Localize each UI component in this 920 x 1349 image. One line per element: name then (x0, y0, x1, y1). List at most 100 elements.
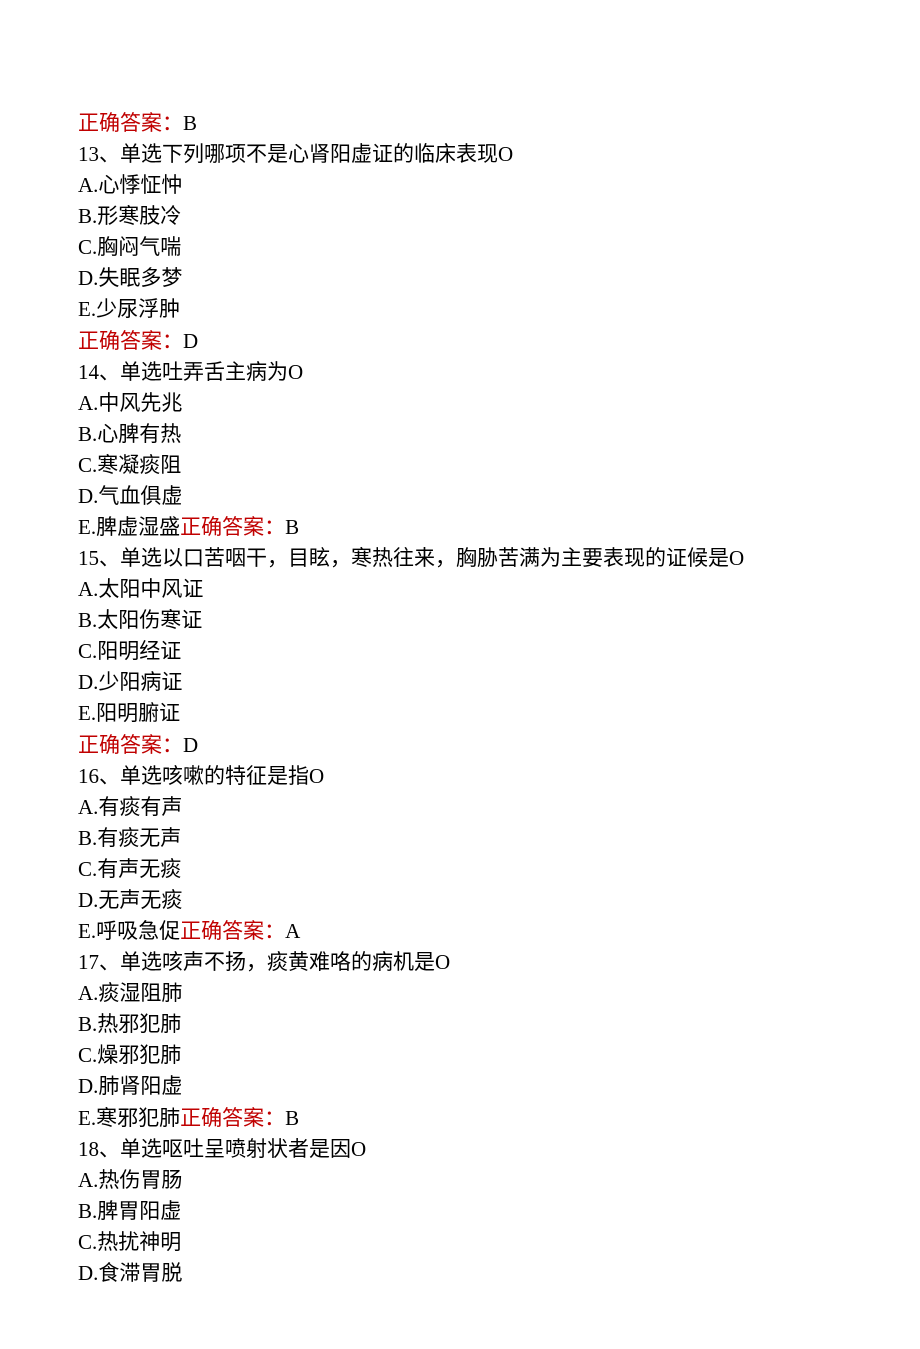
option-text: .有声无痰 (92, 857, 181, 881)
option-letter: D (78, 266, 93, 290)
option-text: .有痰无声 (92, 826, 181, 850)
answer-label: 正确答案： (78, 111, 183, 135)
option-line: B.脾胃阳虚 (78, 1196, 842, 1227)
option-line: C.胸闷气喘 (78, 232, 842, 263)
option-line: E.阳明腑证 (78, 698, 842, 729)
answer-line: 正确答案：B (78, 108, 842, 139)
option-letter: C (78, 1230, 92, 1254)
option-letter: A (78, 981, 93, 1005)
option-line: C.燥邪犯肺 (78, 1040, 842, 1071)
option-text: .肺肾阳虚 (93, 1074, 182, 1098)
option-text: .食滞胃脱 (93, 1261, 182, 1285)
option-letter: B (78, 1012, 92, 1036)
option-line: E.寒邪犯肺正确答案：B (78, 1103, 842, 1134)
option-text: .太阳伤寒证 (92, 608, 202, 632)
option-text: .阳明经证 (92, 639, 181, 663)
option-letter: C (78, 1043, 92, 1067)
question-number: 18 (78, 1137, 99, 1161)
option-line: D.少阳病证 (78, 667, 842, 698)
option-letter: E (78, 919, 91, 943)
option-text: .无声无痰 (93, 888, 182, 912)
answer-line: 正确答案：D (78, 326, 842, 357)
option-text: .脾虚湿盛 (91, 515, 180, 539)
option-text: .阳明腑证 (91, 701, 180, 725)
option-letter: D (78, 1074, 93, 1098)
option-letter: C (78, 857, 92, 881)
option-letter: A (78, 173, 93, 197)
option-text: .热扰神明 (92, 1230, 181, 1254)
option-letter: C (78, 639, 92, 663)
option-letter: D (78, 670, 93, 694)
question-stem: 15、单选以口苦咽干，目眩，寒热往来，胸胁苦满为主要表现的证候是O (78, 543, 842, 574)
option-letter: B (78, 1199, 92, 1223)
option-line: A.心悸怔忡 (78, 170, 842, 201)
option-line: C.阳明经证 (78, 636, 842, 667)
answer-label: 正确答案： (180, 919, 285, 943)
question-text: 、单选以口苦咽干，目眩，寒热往来，胸胁苦满为主要表现的证候是O (99, 546, 744, 570)
option-line: B.心脾有热 (78, 419, 842, 450)
option-line: D.气血俱虚 (78, 481, 842, 512)
option-line: A.痰湿阻肺 (78, 978, 842, 1009)
option-letter: E (78, 515, 91, 539)
option-line: D.食滞胃脱 (78, 1258, 842, 1289)
question-number: 16 (78, 764, 99, 788)
answer-line: 正确答案：D (78, 730, 842, 761)
option-text: .热邪犯肺 (92, 1012, 181, 1036)
option-text: .心悸怔忡 (93, 173, 182, 197)
option-line: A.中风先兆 (78, 388, 842, 419)
option-text: .胸闷气喘 (92, 235, 181, 259)
option-letter: E (78, 701, 91, 725)
question-text: 、单选呕吐呈喷射状者是因O (99, 1137, 366, 1161)
option-letter: C (78, 453, 92, 477)
option-line: D.无声无痰 (78, 885, 842, 916)
question-number: 13 (78, 142, 99, 166)
option-text: .燥邪犯肺 (92, 1043, 181, 1067)
option-line: C.热扰神明 (78, 1227, 842, 1258)
option-letter: D (78, 1261, 93, 1285)
option-text: .心脾有热 (92, 422, 181, 446)
option-letter: B (78, 608, 92, 632)
option-text: .太阳中风证 (93, 577, 203, 601)
answer-label: 正确答案： (78, 329, 183, 353)
option-line: A.有痰有声 (78, 792, 842, 823)
question-text: 、单选吐弄舌主病为O (99, 360, 303, 384)
option-line: C.有声无痰 (78, 854, 842, 885)
option-letter: D (78, 484, 93, 508)
answer-label: 正确答案： (180, 1106, 285, 1130)
option-letter: A (78, 577, 93, 601)
option-line: E.呼吸急促正确答案：A (78, 916, 842, 947)
answer-value: B (285, 1106, 299, 1130)
option-line: B.太阳伤寒证 (78, 605, 842, 636)
question-stem: 17、单选咳声不扬，痰黄难咯的病机是O (78, 947, 842, 978)
option-text: .呼吸急促 (91, 919, 180, 943)
option-text: .少阳病证 (93, 670, 182, 694)
question-number: 14 (78, 360, 99, 384)
option-line: B.有痰无声 (78, 823, 842, 854)
option-letter: B (78, 826, 92, 850)
option-line: B.热邪犯肺 (78, 1009, 842, 1040)
option-letter: C (78, 235, 92, 259)
option-letter: D (78, 888, 93, 912)
question-stem: 14、单选吐弄舌主病为O (78, 357, 842, 388)
option-text: .脾胃阳虚 (92, 1199, 181, 1223)
question-text: 、单选下列哪项不是心肾阳虚证的临床表现O (99, 142, 513, 166)
option-letter: B (78, 422, 92, 446)
option-text: .热伤胃肠 (93, 1168, 182, 1192)
option-text: .气血俱虚 (93, 484, 182, 508)
answer-value: B (285, 515, 299, 539)
option-text: .形寒肢冷 (92, 204, 181, 228)
answer-value: A (285, 919, 300, 943)
option-text: .痰湿阻肺 (93, 981, 182, 1005)
option-line: A.太阳中风证 (78, 574, 842, 605)
answer-label: 正确答案： (78, 733, 183, 757)
question-stem: 13、单选下列哪项不是心肾阳虚证的临床表现O (78, 139, 842, 170)
option-text: .少尿浮肿 (91, 297, 180, 321)
question-stem: 18、单选呕吐呈喷射状者是因O (78, 1134, 842, 1165)
option-text: .寒邪犯肺 (91, 1106, 180, 1130)
option-text: .中风先兆 (93, 391, 182, 415)
answer-value: D (183, 733, 198, 757)
question-number: 17 (78, 950, 99, 974)
answer-value: D (183, 329, 198, 353)
question-text: 、单选咳声不扬，痰黄难咯的病机是O (99, 950, 450, 974)
option-line: A.热伤胃肠 (78, 1165, 842, 1196)
